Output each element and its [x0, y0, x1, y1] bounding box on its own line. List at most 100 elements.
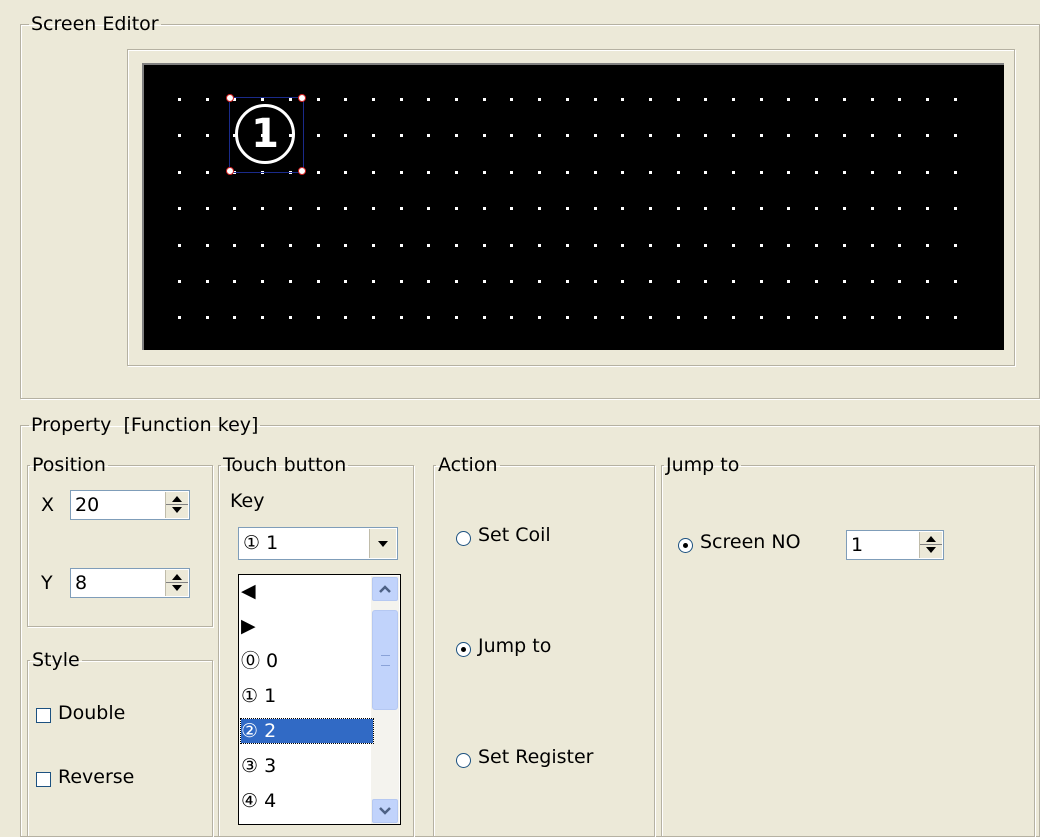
key-combobox[interactable]: ① 1 — [238, 527, 398, 560]
grid-dot — [621, 316, 625, 320]
grid-dot — [233, 243, 237, 247]
function-key-object[interactable]: 1 — [229, 97, 304, 173]
resize-handle-bl[interactable] — [226, 167, 234, 175]
grid-dot — [787, 98, 791, 101]
set-register-radio[interactable] — [456, 753, 471, 768]
grid-dot — [925, 207, 929, 211]
grid-dot — [787, 316, 791, 320]
grid-dot — [676, 280, 680, 283]
key-option[interactable]: ③ 3 — [241, 754, 373, 778]
y-spinner[interactable]: 8 — [70, 568, 190, 598]
double-checkbox[interactable] — [36, 708, 51, 723]
grid-dot — [676, 243, 680, 247]
grid-dot — [648, 243, 652, 247]
grid-dot — [316, 280, 320, 283]
grid-dot — [427, 280, 431, 283]
chevron-down-icon[interactable] — [369, 529, 396, 558]
grid-dot — [621, 243, 625, 247]
resize-handle-tr[interactable] — [298, 94, 306, 102]
grid-dot — [842, 134, 846, 138]
reverse-checkbox[interactable] — [36, 772, 51, 787]
key-option[interactable]: ④ 4 — [241, 789, 373, 813]
jump-to-group: Jump to — [661, 455, 1035, 837]
screen-no-spinner[interactable]: 1 — [846, 530, 944, 560]
grid-dot — [621, 207, 625, 211]
grid-dot — [482, 207, 486, 211]
grid-dot — [593, 243, 597, 247]
grid-dot — [953, 316, 957, 320]
grid-dot — [233, 316, 237, 320]
grid-dot — [621, 170, 625, 174]
grid-dot — [455, 170, 458, 174]
grid-dot — [759, 280, 763, 283]
key-option[interactable]: ① 1 — [241, 684, 373, 708]
grid-dot — [510, 134, 514, 138]
key-option[interactable]: ▶ — [241, 614, 373, 638]
grid-dot — [815, 207, 819, 211]
grid-dot — [288, 207, 292, 211]
grid-dot — [233, 280, 237, 283]
grid-dot — [371, 207, 375, 211]
grid-dot — [288, 280, 292, 283]
grid-dot — [538, 134, 542, 138]
grid-dot — [510, 243, 514, 247]
grid-dot — [815, 170, 819, 174]
scroll-down-button[interactable] — [372, 799, 398, 823]
grid-dot — [399, 280, 403, 283]
grid-dot — [648, 280, 652, 283]
grid-dot — [842, 243, 846, 247]
key-label: Key — [230, 490, 265, 512]
grip-icon — [381, 655, 390, 666]
x-spinner[interactable]: 20 — [70, 490, 190, 520]
grid-dot — [427, 170, 431, 174]
jump-to-label: Jump to — [478, 635, 552, 657]
grid-dot — [371, 316, 375, 320]
grid-dot — [371, 243, 375, 247]
grid-dot — [565, 170, 569, 174]
jump-to-radio[interactable] — [456, 642, 471, 657]
screen-no-spin-buttons[interactable] — [919, 532, 942, 558]
grid-dot — [676, 170, 680, 174]
spin-up-icon — [926, 536, 936, 542]
grid-dot — [399, 207, 403, 211]
grid-dot — [482, 316, 486, 320]
grid-dot — [815, 243, 819, 247]
grid-dot — [371, 98, 375, 101]
screen-no-radio[interactable] — [678, 538, 693, 553]
grid-dot — [732, 98, 735, 101]
grid-dot — [953, 98, 957, 101]
grid-dot — [399, 243, 403, 247]
grid-dot — [316, 316, 320, 320]
dropdown-scrollbar[interactable] — [371, 576, 399, 824]
grid-dot — [898, 134, 902, 138]
grid-dot — [538, 243, 542, 247]
screen-no-value: 1 — [851, 534, 864, 556]
grid-dot — [787, 280, 791, 283]
grid-dot — [898, 316, 902, 320]
grid-dot — [704, 98, 708, 101]
grid-dot — [482, 170, 486, 174]
set-coil-radio[interactable] — [456, 531, 471, 546]
grid-dot — [427, 316, 431, 320]
key-option[interactable]: ⓪ 0 — [241, 649, 373, 673]
scroll-thumb[interactable] — [372, 610, 398, 710]
key-option[interactable]: ② 2 — [240, 718, 374, 744]
grid-dot — [178, 243, 181, 247]
grid-dot — [178, 316, 181, 320]
grid-dot — [898, 280, 902, 283]
y-spin-buttons[interactable] — [165, 570, 188, 596]
chevron-down-icon — [379, 807, 391, 815]
grid-dot — [732, 134, 735, 138]
scroll-up-button[interactable] — [372, 577, 398, 601]
grid-dot — [676, 134, 680, 138]
resize-handle-br[interactable] — [298, 167, 306, 175]
x-spin-buttons[interactable] — [165, 492, 188, 518]
grid-dot — [787, 170, 791, 174]
grid-dot — [399, 170, 403, 174]
resize-handle-tl[interactable] — [226, 94, 234, 102]
grid-dot — [538, 316, 542, 320]
grid-dot — [953, 243, 957, 247]
grid-dot — [565, 243, 569, 247]
key-option[interactable]: ◀ — [241, 579, 373, 603]
key-dropdown-list[interactable]: ◀ ▶ ⓪ 0 ① 1 ② 2 ③ 3 ④ 4 — [238, 574, 401, 825]
